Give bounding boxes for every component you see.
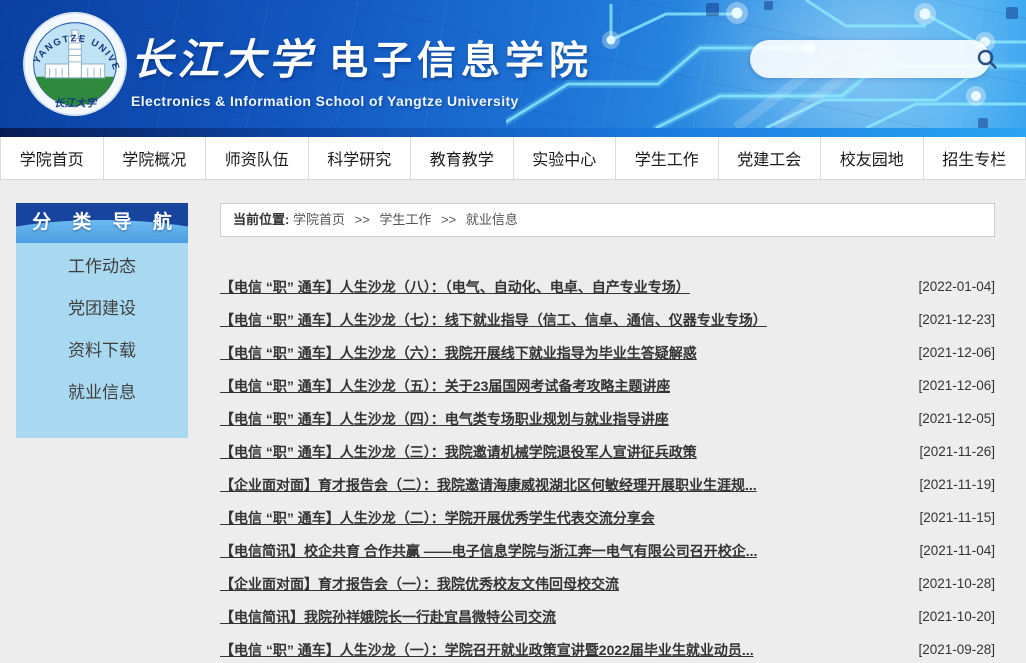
news-link[interactable]: 【电信简讯】校企共育 合作共赢 ——电子信息学院与浙江奔一电气有限公司召开校企.… — [220, 541, 757, 561]
news-date: [2021-09-28] — [902, 642, 995, 657]
news-link[interactable]: 【电信 “职” 通车】人生沙龙（二）：学院开展优秀学生代表交流分享会 — [220, 508, 655, 528]
nav-item-faculty[interactable]: 师资队伍 — [205, 137, 308, 179]
sidebar-title: 分 类 导 航 — [16, 203, 188, 243]
news-link[interactable]: 【电信 “职” 通车】人生沙龙（六）：我院开展线下就业指导为毕业生答疑解惑 — [220, 343, 697, 363]
news-date: [2021-11-19] — [903, 477, 995, 492]
breadcrumb-link-student-work[interactable]: 学生工作 — [379, 212, 431, 227]
news-row: 【电信 “职” 通车】人生沙龙（四）：电气类专场职业规划与就业指导讲座 [202… — [220, 402, 995, 435]
nav-item-party-union[interactable]: 党建工会 — [718, 137, 821, 179]
news-date: [2022-01-04] — [902, 279, 995, 294]
breadcrumb-separator: >> — [441, 212, 456, 227]
news-row: 【电信 “职” 通车】人生沙龙（五）：关于23届国网考试备考攻略主题讲座 [20… — [220, 369, 995, 402]
content-column: 当前位置: 学院首页 >> 学生工作 >> 就业信息 【电信 “职” 通车】人生… — [220, 203, 995, 663]
sidebar-item-work-news[interactable]: 工作动态 — [16, 246, 188, 288]
sidebar-item-employment[interactable]: 就业信息 — [16, 372, 188, 414]
nav-item-labs[interactable]: 实验中心 — [513, 137, 616, 179]
news-row: 【电信 “职” 通车】人生沙龙（六）：我院开展线下就业指导为毕业生答疑解惑 [2… — [220, 336, 995, 369]
breadcrumb-link-home[interactable]: 学院首页 — [293, 212, 345, 227]
news-link[interactable]: 【企业面对面】育才报告会（一）：我院优秀校友文伟回母校交流 — [220, 574, 619, 594]
search-icon — [975, 47, 999, 71]
news-date: [2021-10-20] — [902, 609, 995, 624]
news-row: 【电信 “职” 通车】人生沙龙（七）：线下就业指导（信工、信卓、通信、仪器专业专… — [220, 303, 995, 336]
site-header-banner: YANGTZE UNIVERSITY 长江大学 长江大学 电子信息学院 Elec… — [0, 0, 1026, 128]
news-row: 【电信 “职” 通车】人生沙龙（二）：学院开展优秀学生代表交流分享会 [2021… — [220, 501, 995, 534]
search-button[interactable] — [975, 40, 999, 78]
news-link[interactable]: 【电信 “职” 通车】人生沙龙（五）：关于23届国网考试备考攻略主题讲座 — [220, 376, 670, 396]
nav-item-overview[interactable]: 学院概况 — [103, 137, 206, 179]
category-sidebar: 分 类 导 航 工作动态 党团建设 资料下载 就业信息 — [16, 203, 188, 438]
logo-bottom-text: 长江大学 — [54, 96, 98, 109]
news-link[interactable]: 【电信 “职” 通车】人生沙龙（七）：线下就业指导（信工、信卓、通信、仪器专业专… — [220, 310, 767, 330]
news-row: 【电信简讯】我院孙祥娥院长一行赴宜昌微特公司交流 [2021-10-20] — [220, 600, 995, 633]
news-date: [2021-12-06] — [902, 345, 995, 360]
news-date: [2021-12-05] — [902, 411, 995, 426]
breadcrumb-label: 当前位置: — [233, 212, 289, 227]
nav-item-education[interactable]: 教育教学 — [410, 137, 513, 179]
site-name-calligraphy: 长江大学 — [131, 26, 315, 87]
news-row: 【企业面对面】育才报告会（二）：我院邀请海康威视湖北区何敏经理开展职业生涯规..… — [220, 468, 995, 501]
news-date: [2021-10-28] — [902, 576, 995, 591]
site-title-block: 长江大学 电子信息学院 Electronics & Information Sc… — [131, 26, 593, 109]
news-link[interactable]: 【电信简讯】我院孙祥娥院长一行赴宜昌微特公司交流 — [220, 607, 556, 627]
sidebar-item-party-league[interactable]: 党团建设 — [16, 288, 188, 330]
news-link[interactable]: 【电信 “职” 通车】人生沙龙（三）：我院邀请机械学院退役军人宣讲征兵政策 — [220, 442, 697, 462]
breadcrumb-separator: >> — [355, 212, 370, 227]
sidebar-body: 工作动态 党团建设 资料下载 就业信息 — [16, 243, 188, 438]
site-name-cn: 电子信息学院 — [329, 30, 593, 86]
news-date: [2021-11-26] — [903, 444, 995, 459]
sidebar-header: 分 类 导 航 — [16, 203, 188, 243]
main-nav: 学院首页 学院概况 师资队伍 科学研究 教育教学 实验中心 学生工作 党建工会 … — [0, 137, 1026, 180]
nav-item-alumni[interactable]: 校友园地 — [820, 137, 923, 179]
nav-item-student-work[interactable]: 学生工作 — [615, 137, 718, 179]
news-date: [2021-11-04] — [903, 543, 995, 558]
nav-item-admissions[interactable]: 招生专栏 — [923, 137, 1026, 179]
news-row: 【电信 “职” 通车】人生沙龙（一）：学院召开就业政策宣讲暨2022届毕业生就业… — [220, 633, 995, 663]
news-link[interactable]: 【电信 “职” 通车】人生沙龙（四）：电气类专场职业规划与就业指导讲座 — [220, 409, 669, 429]
news-date: [2021-12-06] — [902, 378, 995, 393]
main-area: 分 类 导 航 工作动态 党团建设 资料下载 就业信息 当前位置: 学院首页 >… — [0, 180, 1026, 662]
news-date: [2021-12-23] — [902, 312, 995, 327]
nav-item-home[interactable]: 学院首页 — [0, 137, 103, 179]
news-row: 【企业面对面】育才报告会（一）：我院优秀校友文伟回母校交流 [2021-10-2… — [220, 567, 995, 600]
news-date: [2021-11-15] — [903, 510, 995, 525]
news-link[interactable]: 【电信 “职” 通车】人生沙龙（八）：（电气、自动化、电卓、自产专业专场） — [220, 277, 690, 297]
news-link[interactable]: 【电信 “职” 通车】人生沙龙（一）：学院召开就业政策宣讲暨2022届毕业生就业… — [220, 640, 754, 660]
news-list: 【电信 “职” 通车】人生沙龙（八）：（电气、自动化、电卓、自产专业专场） [2… — [220, 270, 995, 663]
search-input[interactable] — [750, 40, 975, 78]
news-row: 【电信简讯】校企共育 合作共赢 ——电子信息学院与浙江奔一电气有限公司召开校企.… — [220, 534, 995, 567]
nav-item-research[interactable]: 科学研究 — [308, 137, 411, 179]
breadcrumb: 当前位置: 学院首页 >> 学生工作 >> 就业信息 — [220, 203, 995, 237]
site-name-en: Electronics & Information School of Yang… — [131, 93, 593, 109]
university-logo: YANGTZE UNIVERSITY 长江大学 — [22, 11, 128, 117]
news-row: 【电信 “职” 通车】人生沙龙（三）：我院邀请机械学院退役军人宣讲征兵政策 [2… — [220, 435, 995, 468]
sidebar-item-downloads[interactable]: 资料下载 — [16, 330, 188, 372]
news-link[interactable]: 【企业面对面】育才报告会（二）：我院邀请海康威视湖北区何敏经理开展职业生涯规..… — [220, 475, 757, 495]
nav-accent-strip — [0, 128, 1026, 137]
breadcrumb-current: 就业信息 — [466, 212, 518, 227]
news-row: 【电信 “职” 通车】人生沙龙（八）：（电气、自动化、电卓、自产专业专场） [2… — [220, 270, 995, 303]
search-box[interactable] — [750, 40, 990, 78]
